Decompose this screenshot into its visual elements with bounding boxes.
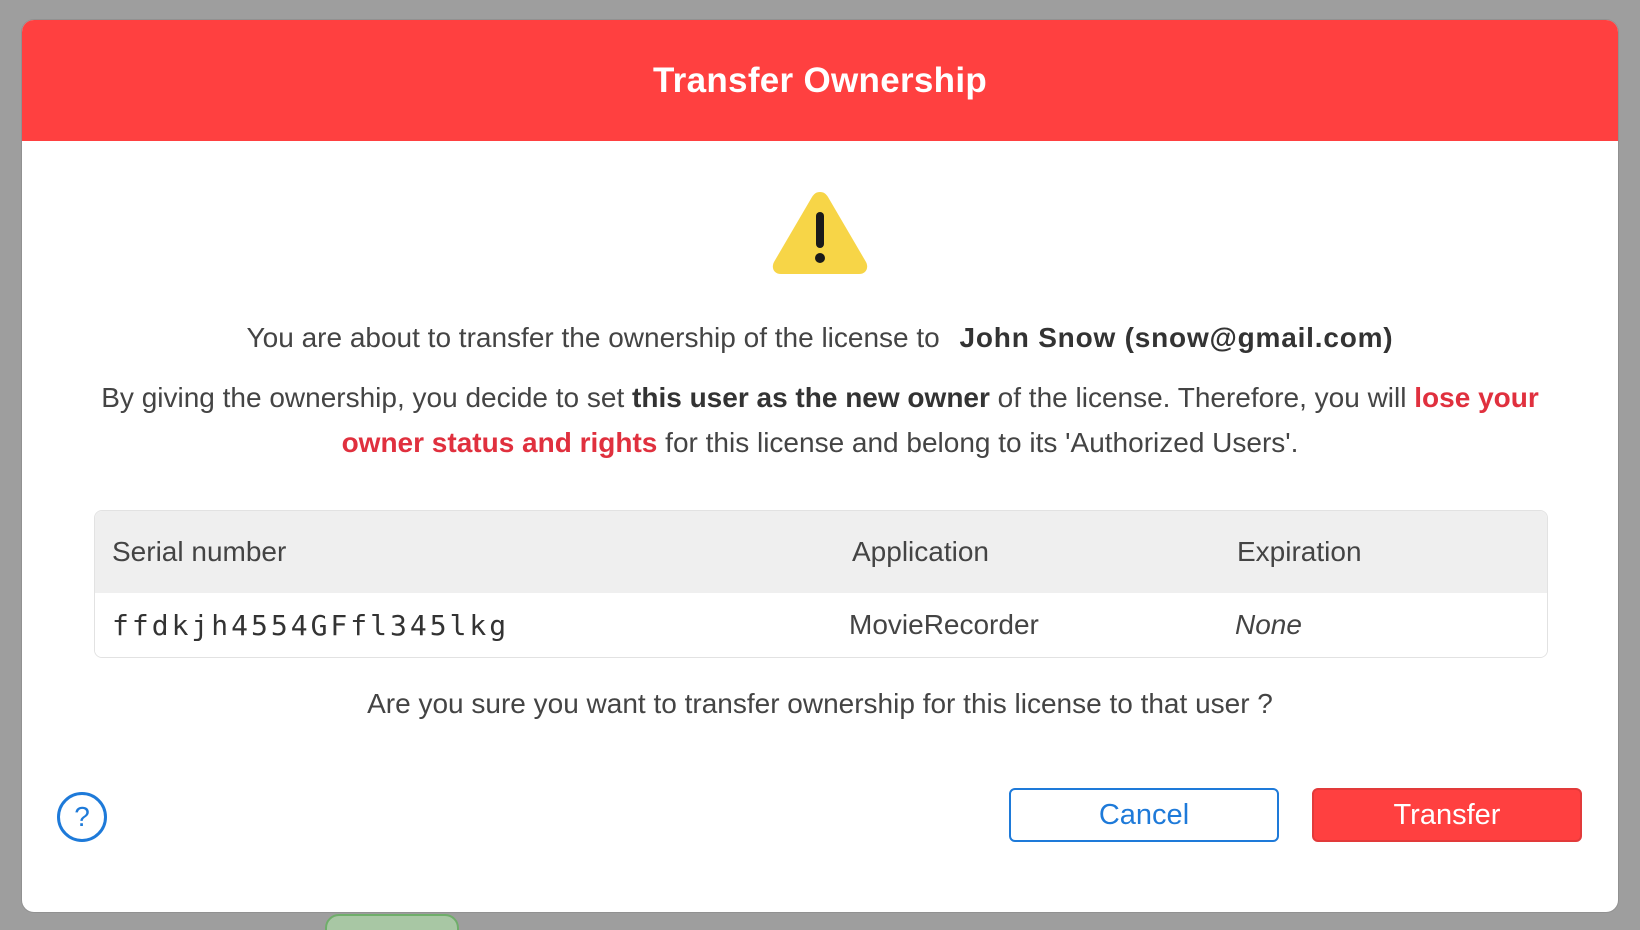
transfer-ownership-dialog: Transfer Ownership You are about to tran…: [22, 20, 1618, 912]
para-text-3: for this license and belong to its 'Auth…: [657, 427, 1299, 458]
transfer-button[interactable]: Transfer: [1312, 788, 1582, 842]
para-strong: this user as the new owner: [632, 382, 990, 413]
background-badge: [325, 914, 459, 930]
header-expiration: Expiration: [1237, 536, 1362, 567]
header-application: Application: [852, 536, 989, 567]
para-text-2: of the license. Therefore, you will: [989, 382, 1415, 413]
cell-expiration: None: [1235, 609, 1302, 640]
table-row: ffdkjh4554GFfl345lkg MovieRecorder None: [95, 593, 1547, 657]
warning-icon-wrap: [22, 188, 1618, 278]
para-text-1: By giving the ownership, you decide to s…: [101, 382, 633, 413]
cell-application: MovieRecorder: [849, 609, 1039, 640]
intro-text: You are about to transfer the ownership …: [246, 322, 940, 353]
dialog-title: Transfer Ownership: [652, 60, 988, 100]
table-header-row: Serial number Application Expiration: [95, 511, 1547, 593]
header-serial-number: Serial number: [112, 536, 287, 567]
license-table: Serial number Application Expiration ffd…: [94, 510, 1548, 658]
cell-serial-number: ffdkjh4554GFfl345lkg: [112, 608, 510, 642]
help-icon[interactable]: ?: [57, 792, 107, 842]
help-glyph: ?: [74, 801, 90, 832]
dialog-header: Transfer Ownership: [22, 20, 1618, 141]
cancel-button[interactable]: Cancel: [1009, 788, 1279, 842]
warning-triangle-icon: [772, 192, 868, 274]
transfer-intro: You are about to transfer the ownership …: [22, 322, 1618, 354]
recipient-name: John Snow (snow@gmail.com): [959, 322, 1394, 353]
confirm-question: Are you sure you want to transfer owners…: [367, 688, 1273, 719]
consequence-paragraph: By giving the ownership, you decide to s…: [82, 375, 1558, 465]
